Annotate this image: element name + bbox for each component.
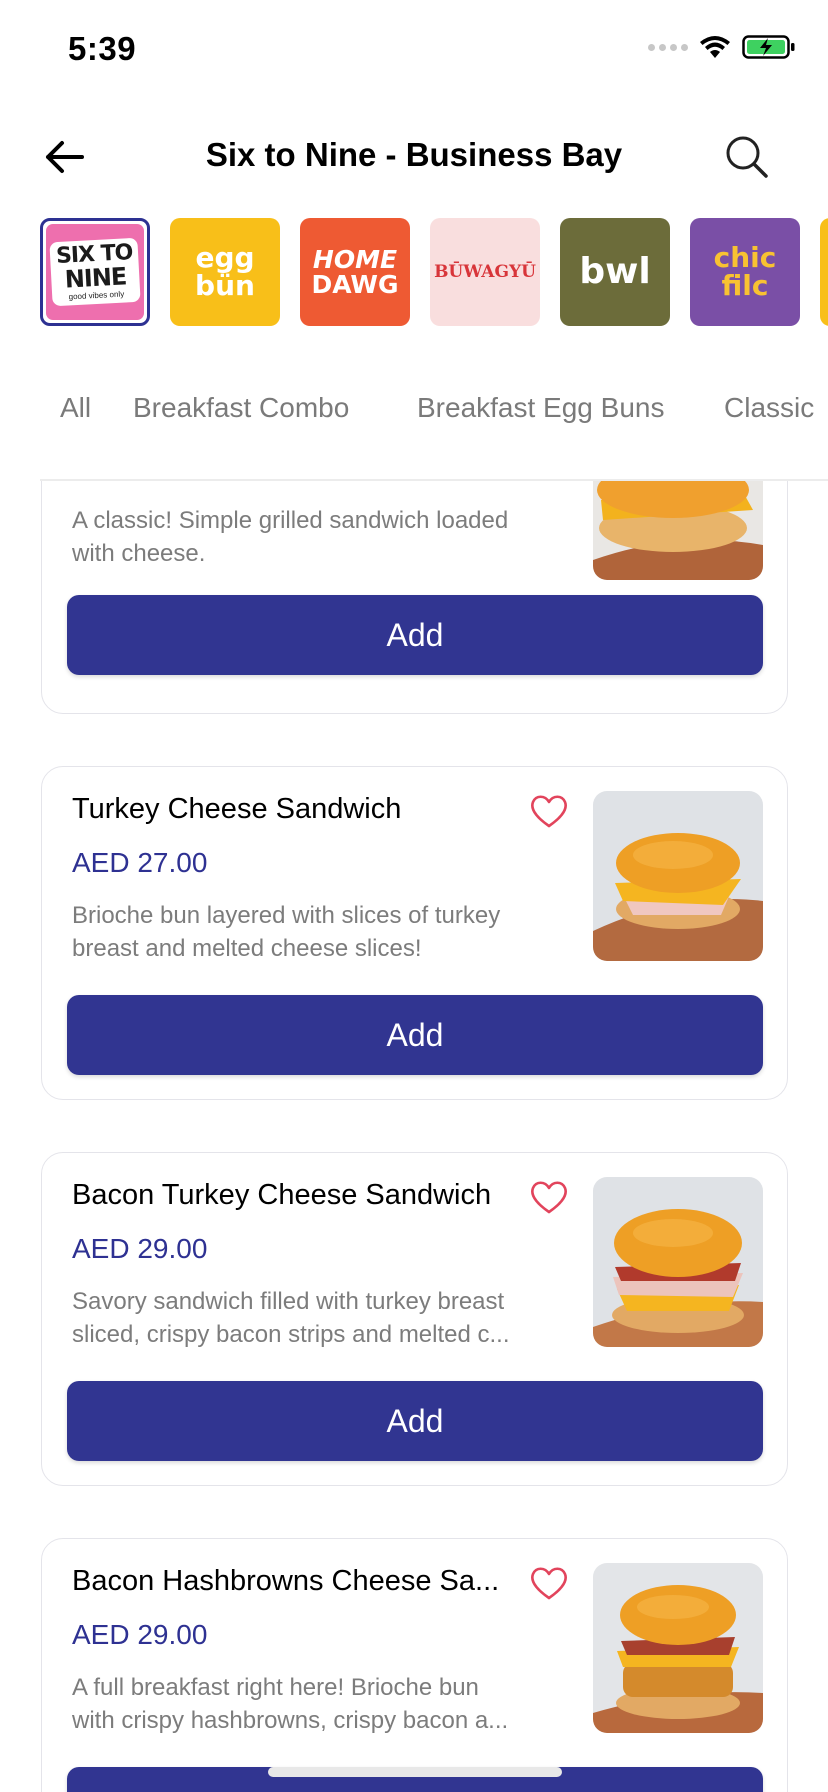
sandwich-image [593,791,763,961]
tab-classic[interactable]: Classic [724,392,814,424]
category-tabs: All Breakfast Combo Breakfast Egg Buns C… [40,380,828,440]
sandwich-image [593,1563,763,1733]
buwagyu-logo: BŪWAGYŪ [430,218,540,326]
description-line: sliced, crispy bacon strips and melted c… [72,1321,510,1348]
product-image [593,1177,763,1347]
header: Six to Nine - Business Bay [0,120,828,190]
brand-logo-text: HOME [312,245,398,274]
brand-logo-text: bün [195,269,255,302]
brand-chic-filc[interactable]: chic filc [690,218,800,326]
battery-charging-icon [742,35,795,59]
product-image [593,481,763,580]
product-description: A classic! Simple grilled sandwich loade… [72,504,572,570]
favorite-heart-button[interactable] [529,1179,569,1215]
home-dawg-logo: HOME DAWG [300,218,410,326]
product-price: AED 29.00 [72,1619,208,1650]
add-button[interactable]: Add [67,595,763,675]
brand-home-dawg[interactable]: HOME DAWG [300,218,410,326]
brand-logo-text: filc [721,269,769,302]
sandwich-image [593,481,763,580]
product-price: AED 29.00 [72,1233,208,1264]
description-line: with crispy hashbrowns, crispy bacon a..… [72,1707,509,1734]
search-icon [726,136,768,178]
home-indicator [268,1767,562,1777]
brand-logo-text: good vibes only [68,289,125,302]
status-bar: 5:39 [0,0,828,100]
sandwich-image [593,1177,763,1347]
product-image [593,1563,763,1733]
product-card: A classic! Simple grilled sandwich loade… [41,481,788,714]
product-price: AED 27.00 [72,847,208,878]
heart-icon [531,1181,567,1214]
description-line: breast and melted cheese slices! [72,935,422,962]
chic-filc-logo: chic filc [690,218,800,326]
heart-icon [531,795,567,828]
product-card: Turkey Cheese Sandwich AED 27.00 Brioche… [41,766,788,1100]
brand-logo-text: BŪWAGYŪ [434,261,536,282]
product-name: Turkey Cheese Sandwich [72,793,402,825]
page-title: Six to Nine - Business Bay [205,136,623,173]
description-line: Savory sandwich filled with turkey breas… [72,1288,505,1315]
product-description: A full breakfast right here! Brioche bun… [72,1671,572,1737]
product-name: Bacon Hashbrowns Cheese Sa... [72,1565,500,1597]
brand-six-to-nine[interactable]: SIX TO NINE good vibes only [40,218,150,326]
favorite-heart-button[interactable] [529,793,569,829]
brand-bwl[interactable]: bwl [560,218,670,326]
product-list: A classic! Simple grilled sandwich loade… [0,481,828,1792]
brand-strip: SIX TO NINE good vibes only egg bün HOME… [40,216,828,328]
wifi-icon [700,36,730,58]
bwl-logo: bwl [560,218,670,326]
description-line: A full breakfast right here! Brioche bun [72,1674,479,1701]
brand-buwagyu[interactable]: BŪWAGYŪ [430,218,540,326]
six-to-nine-logo: SIX TO NINE good vibes only [46,224,144,320]
status-time: 5:39 [68,30,137,67]
product-card: Bacon Hashbrowns Cheese Sa... AED 29.00 … [41,1538,788,1792]
favorite-heart-button[interactable] [529,1565,569,1601]
product-description: Savory sandwich filled with turkey breas… [72,1285,572,1351]
product-image [593,791,763,961]
tab-all[interactable]: All [60,392,91,424]
cellular-signal-icon [648,43,688,51]
brand-logo-text: egg [195,241,255,274]
add-button[interactable]: Add [67,995,763,1075]
search-button[interactable] [722,132,772,182]
product-description: Brioche bun layered with slices of turke… [72,899,572,965]
status-icons [648,34,796,60]
egg-bun-logo: egg bün [170,218,280,326]
brand-next-partial[interactable] [820,218,828,326]
product-name: Bacon Turkey Cheese Sandwich [72,1179,492,1211]
tab-breakfast-egg-buns[interactable]: Breakfast Egg Buns [417,392,664,424]
add-button[interactable]: Add [67,1381,763,1461]
brand-egg-bun[interactable]: egg bün [170,218,280,326]
brand-logo-text: bwl [579,251,651,292]
description-line: Brioche bun layered with slices of turke… [72,902,501,929]
tab-breakfast-combo[interactable]: Breakfast Combo [133,392,349,424]
description-line: with cheese. [72,540,206,567]
brand-logo-text: NINE [63,262,127,294]
heart-icon [531,1567,567,1600]
description-line: A classic! Simple grilled sandwich loade… [72,507,509,534]
brand-logo-text: chic [713,241,777,274]
brand-logo-text: DAWG [311,270,399,299]
product-card: Bacon Turkey Cheese Sandwich AED 29.00 S… [41,1152,788,1486]
